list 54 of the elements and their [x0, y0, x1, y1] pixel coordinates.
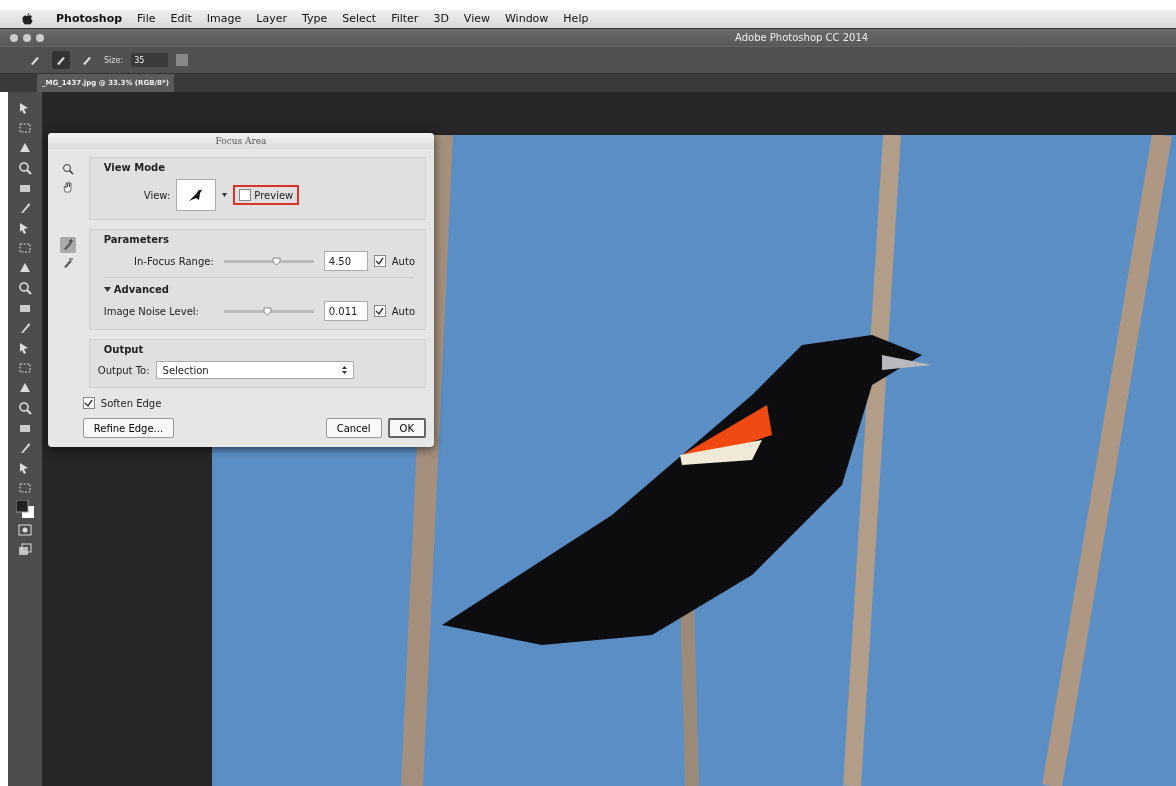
checkbox-label: Auto: [391, 255, 415, 267]
checkbox-label: Soften Edge: [100, 397, 162, 409]
quick-mask-icon[interactable]: [17, 522, 33, 538]
dialog-button[interactable]: Cancel: [325, 418, 382, 438]
up-down-arrows-icon: [341, 366, 347, 374]
value-field[interactable]: 0.011: [323, 301, 368, 321]
size-field[interactable]: 35: [131, 53, 169, 68]
menu-item[interactable]: 3D: [433, 12, 449, 26]
bird-silhouette-icon: [188, 188, 205, 202]
parameter-label: In-Focus Range:: [133, 255, 214, 267]
checkbox[interactable]: [373, 255, 386, 267]
caret-icon[interactable]: [222, 193, 228, 197]
checkbox-label: Preview: [254, 189, 294, 201]
app-menu[interactable]: Photoshop: [56, 12, 123, 26]
menu-item[interactable]: Layer: [256, 12, 287, 26]
menu-item[interactable]: File: [137, 12, 156, 26]
output-dropdown[interactable]: Selection: [155, 361, 354, 379]
menu-item[interactable]: View: [463, 12, 490, 26]
slider-track[interactable]: [223, 309, 314, 313]
menu-item[interactable]: Edit: [170, 12, 192, 26]
menu-item[interactable]: Window: [504, 12, 549, 26]
menu-item[interactable]: Help: [563, 12, 589, 26]
parameter-label: Image Noise Level:: [103, 305, 200, 317]
checkbox-label: Auto: [391, 305, 415, 317]
section-heading: Parameters: [103, 234, 170, 245]
menu-item[interactable]: Type: [301, 12, 328, 26]
preview-checkbox-field[interactable]: Preview: [233, 185, 300, 205]
checkbox[interactable]: [82, 397, 95, 409]
menu-item[interactable]: Filter: [391, 12, 419, 26]
output-label: Output To:: [97, 364, 150, 376]
slider-thumb[interactable]: [271, 256, 281, 266]
value-field[interactable]: 4.50: [323, 251, 368, 271]
dialog-title: Focus Area: [48, 133, 434, 149]
disclosure-triangle-icon[interactable]: [103, 286, 111, 293]
screen-mode-icon[interactable]: [17, 542, 33, 558]
slider-track[interactable]: [223, 259, 314, 263]
checkbox[interactable]: [239, 189, 252, 201]
checkbox[interactable]: [373, 305, 386, 317]
view-mode-picker[interactable]: [176, 179, 217, 211]
advanced-label: Advanced: [113, 284, 169, 295]
menu-item[interactable]: Image: [206, 12, 242, 26]
marquee-icon[interactable]: [17, 120, 33, 136]
brush-tool-button[interactable]: [52, 51, 70, 70]
color-swatches-icon[interactable]: [16, 500, 34, 518]
section-heading: Output: [103, 344, 145, 355]
dialog-button[interactable]: Refine Edge...: [82, 418, 175, 438]
apple-logo-icon[interactable]: [22, 12, 33, 25]
menu-item[interactable]: Select: [342, 12, 377, 26]
view-label: View:: [143, 189, 171, 201]
dialog-button[interactable]: OK: [387, 418, 426, 438]
section-heading: View Mode: [103, 162, 167, 173]
slider-thumb[interactable]: [262, 306, 272, 316]
window-title: Adobe Photoshop CC 2014: [735, 32, 869, 44]
size-label: Size:: [104, 55, 124, 65]
